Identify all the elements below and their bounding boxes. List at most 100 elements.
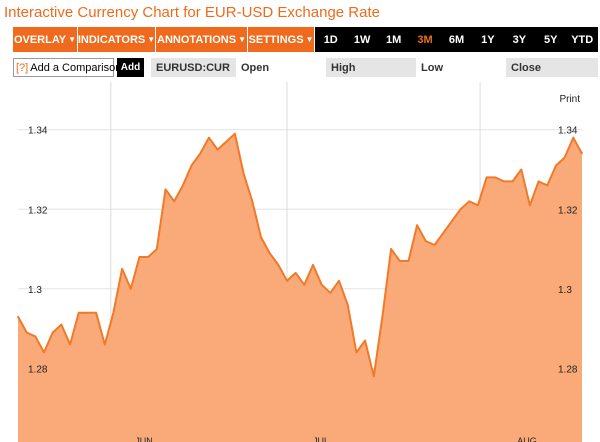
data-point (485, 176, 488, 179)
data-point (164, 188, 167, 191)
data-point (320, 284, 323, 286)
data-point (416, 224, 418, 226)
data-point (147, 256, 149, 258)
data-point (442, 232, 445, 234)
data-point (477, 204, 479, 207)
close-label: Close (506, 58, 598, 77)
range-button-1m[interactable]: 1M (377, 27, 410, 52)
data-point (173, 200, 175, 203)
print-link[interactable]: Print (559, 94, 580, 105)
chart-toolbar: OVERLAY ▼ INDICATORS ▼ ANNOTATIONS ▼ SETTIN… (13, 27, 598, 52)
data-point (312, 264, 314, 266)
data-point (104, 343, 106, 346)
range-button-3m[interactable]: 3M (409, 27, 441, 52)
data-point (60, 323, 63, 326)
data-point (494, 176, 497, 179)
data-point (260, 236, 262, 238)
range-button-1d[interactable]: 1D (315, 27, 347, 52)
data-point (451, 220, 453, 222)
data-point (373, 375, 375, 378)
y-tick-label-right: 1.3 (558, 285, 572, 296)
data-point (43, 351, 45, 354)
settings-label: SETTINGS (248, 33, 304, 46)
series-area-fill (18, 133, 582, 442)
data-point (234, 132, 236, 135)
page-title: Interactive Currency Chart for EUR-USD E… (4, 4, 380, 21)
data-point (156, 248, 158, 250)
overlay-label: OVERLAY (13, 33, 67, 46)
settings-menu-button[interactable]: SETTINGS ▼ (248, 27, 315, 52)
chart-area-layer (17, 132, 583, 442)
quote-row: [?] Add a Comparison Add EURUSD:CUR Open… (13, 58, 598, 78)
annotations-label: ANNOTATIONS (157, 33, 237, 46)
low-label: Low (421, 61, 443, 74)
open-label: Open (241, 61, 270, 74)
data-point (182, 184, 184, 187)
data-point (407, 260, 410, 262)
range-button-ytd[interactable]: YTD (566, 27, 598, 52)
chevron-down-icon: ▼ (147, 35, 156, 44)
chevron-down-icon: ▼ (238, 35, 246, 44)
y-tick-label-left: 1.28 (28, 364, 48, 375)
data-point (216, 148, 219, 151)
data-point (190, 164, 193, 167)
chevron-down-icon: ▼ (305, 35, 314, 44)
y-tick-label-left: 1.34 (28, 126, 48, 137)
data-point (563, 156, 566, 159)
chevron-down-icon: ▼ (68, 35, 77, 44)
data-point (329, 292, 332, 294)
data-point (208, 136, 210, 139)
chart-area: Print 1.28 1.28 1.3 1.3 1.32 1.32 1.34 1.34 JUN J… (0, 82, 600, 442)
y-tick-label-left: 1.3 (28, 285, 42, 296)
add-comparison-button[interactable]: Add (117, 58, 144, 77)
symbol-value: EURUSD:CUR (151, 58, 236, 77)
data-point (433, 244, 436, 246)
comparison-input[interactable]: [?] Add a Comparison (13, 58, 121, 77)
data-point (529, 204, 531, 207)
data-point (199, 152, 201, 155)
indicators-menu-button[interactable]: INDICATORS ▼ (78, 27, 156, 52)
data-point (51, 331, 54, 334)
data-point (511, 180, 514, 183)
y-tick-label-right: 1.34 (558, 126, 578, 137)
data-point (95, 311, 97, 314)
data-point (468, 200, 471, 203)
data-point (86, 311, 89, 314)
data-point (537, 180, 540, 183)
y-tick-label-right: 1.32 (558, 205, 578, 216)
range-button-1y[interactable]: 1Y (472, 27, 504, 52)
range-button-1w[interactable]: 1W (346, 27, 378, 52)
data-point (69, 343, 71, 346)
high-label: High (326, 58, 416, 77)
indicators-label: INDICATORS (77, 33, 146, 46)
data-point (555, 164, 557, 167)
range-button-6m[interactable]: 6M (440, 27, 473, 52)
data-point (225, 140, 227, 143)
data-point (303, 284, 306, 286)
data-point (381, 315, 384, 318)
comparison-placeholder: Add a Comparison (30, 61, 122, 74)
range-button-3y[interactable]: 3Y (503, 27, 536, 52)
data-point (17, 315, 19, 318)
data-point (251, 200, 254, 203)
range-button-5y[interactable]: 5Y (535, 27, 567, 52)
x-tick-label: AUG (517, 436, 537, 442)
x-tick-label: JUL (313, 436, 329, 442)
data-point (364, 339, 366, 342)
help-link[interactable]: [?] (16, 62, 28, 74)
data-point (459, 208, 462, 211)
data-point (121, 268, 123, 270)
y-tick-label-left: 1.32 (28, 205, 48, 216)
data-point (294, 272, 297, 274)
data-point (130, 288, 132, 290)
data-point (425, 240, 427, 242)
annotations-menu-button[interactable]: ANNOTATIONS ▼ (156, 27, 248, 52)
overlay-menu-button[interactable]: OVERLAY ▼ (13, 27, 78, 52)
data-point (286, 280, 288, 282)
data-point (520, 168, 523, 171)
data-point (242, 172, 245, 175)
data-point (77, 311, 80, 314)
data-point (503, 180, 505, 183)
data-point (572, 136, 575, 139)
data-point (346, 303, 349, 306)
